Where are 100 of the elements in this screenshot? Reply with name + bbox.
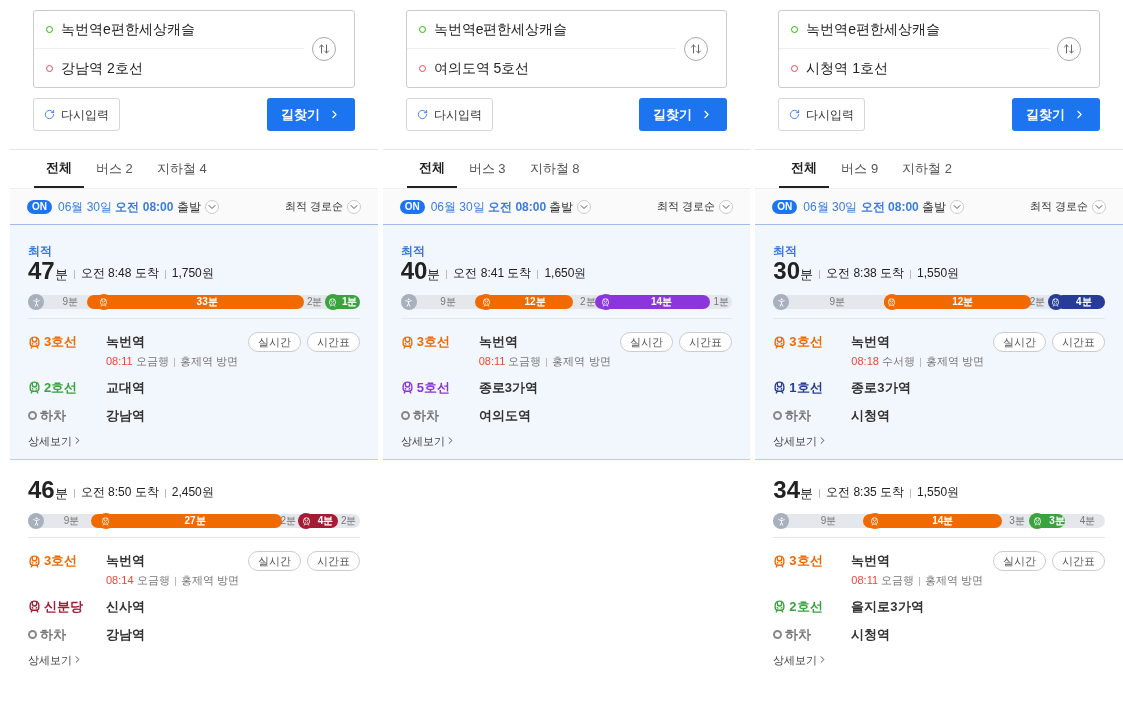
departure-info: 08:11 오금행 홍제역 방면	[850, 573, 985, 588]
swap-icon	[317, 43, 330, 55]
details-link[interactable]: 상세보기	[28, 651, 360, 668]
departure-time[interactable]: 06월 30일 오전 08:00 출발	[803, 197, 947, 216]
destination-field[interactable]: 강남역 2호선	[61, 57, 143, 79]
schedule-button[interactable]: 실시간	[620, 332, 674, 352]
dropdown-icon[interactable]	[204, 199, 219, 214]
arrival-time: 오전 8:38 도착	[826, 265, 905, 282]
line-name: 3호선	[44, 552, 78, 571]
reset-button[interactable]: 다시입력	[405, 98, 493, 131]
segment-duration: 2분	[306, 297, 323, 307]
fare: 2,450원	[171, 484, 214, 501]
line-name: 하차	[785, 625, 812, 644]
station-name: 강남역	[106, 625, 145, 644]
segment-duration: 12분	[952, 297, 974, 307]
swap-button[interactable]	[684, 37, 709, 61]
segment-duration: 14분	[651, 297, 673, 307]
station-name: 시청역	[851, 625, 891, 644]
origin-field[interactable]: 녹번역e편한세상캐슬	[806, 19, 941, 40]
destination-field[interactable]: 시청역 1호선	[806, 57, 889, 79]
station-name: 녹번역	[851, 333, 891, 352]
departure-info: 08:11 오금행 홍제역 방면	[477, 354, 612, 369]
line-name: 3호선	[789, 333, 823, 352]
sort-order[interactable]: 최적 경로순	[657, 198, 716, 215]
walking-person-icon	[28, 294, 44, 310]
dropdown-icon[interactable]	[346, 199, 361, 214]
schedule-button[interactable]: 시간표	[679, 332, 733, 352]
fare: 1,550원	[917, 265, 960, 282]
segment-duration: 4분	[317, 516, 334, 526]
schedule-button[interactable]: 시간표	[1052, 551, 1105, 571]
departure-info: 08:18 수서행 홍제역 방면	[850, 354, 985, 369]
line-name: 5호선	[416, 378, 450, 397]
filter-tab[interactable]: 지하철 4	[144, 150, 219, 188]
filter-tab[interactable]: 버스 2	[84, 150, 145, 188]
arrival-time: 오전 8:50 도착	[80, 484, 159, 501]
search-button[interactable]: 길찾기	[1012, 98, 1100, 131]
filter-tab[interactable]: 지하철 8	[517, 150, 592, 188]
schedule-button[interactable]: 실시간	[993, 551, 1046, 571]
departure-info: 08:11 오금행 홍제역 방면	[105, 354, 239, 369]
segment-duration: 9분	[820, 516, 837, 526]
line-name: 3호선	[416, 333, 450, 352]
sort-order[interactable]: 최적 경로순	[284, 198, 343, 215]
refresh-icon	[416, 109, 428, 120]
schedule-button[interactable]: 시간표	[306, 551, 360, 571]
line-name: 3호선	[44, 333, 78, 352]
fare: 1,750원	[171, 265, 214, 282]
segment-duration: 1분	[341, 297, 358, 307]
station-name: 을지로3가역	[851, 597, 924, 616]
details-link[interactable]: 상세보기	[773, 432, 1105, 449]
swap-button[interactable]	[311, 37, 336, 61]
departure-time[interactable]: 06월 30일 오전 08:00 출발	[430, 197, 574, 216]
line-name: 하차	[40, 406, 66, 425]
filter-tab[interactable]: 지하철 2	[890, 150, 965, 188]
schedule-button[interactable]: 시간표	[1052, 332, 1105, 352]
segment-duration: 9분	[63, 516, 80, 526]
station-name: 교대역	[106, 378, 145, 397]
station-name: 종로3가역	[851, 378, 911, 397]
best-route-label: 최적	[400, 243, 426, 259]
on-badge: ON	[772, 199, 798, 214]
swap-icon	[690, 43, 703, 55]
segment-duration: 27분	[184, 516, 206, 526]
sort-order[interactable]: 최적 경로순	[1029, 198, 1088, 215]
segment-duration: 3분	[1009, 516, 1025, 526]
line-name: 하차	[40, 625, 66, 644]
details-link[interactable]: 상세보기	[28, 432, 360, 449]
search-button[interactable]: 길찾기	[266, 98, 355, 131]
departure-time[interactable]: 06월 30일 오전 08:00 출발	[58, 197, 201, 216]
schedule-button[interactable]: 실시간	[993, 332, 1046, 352]
segment-duration: 1분	[713, 297, 730, 307]
walking-person-icon	[28, 513, 44, 529]
station-name: 녹번역	[106, 333, 145, 352]
swap-icon	[1063, 43, 1075, 55]
dropdown-icon[interactable]	[719, 199, 734, 214]
filter-tab[interactable]: 버스 9	[829, 150, 891, 188]
reset-button[interactable]: 다시입력	[778, 98, 866, 131]
segment-duration: 2분	[340, 516, 357, 526]
destination-field[interactable]: 여의도역 5호선	[433, 57, 530, 79]
details-link[interactable]: 상세보기	[400, 432, 733, 449]
total-duration: 30분	[773, 259, 814, 283]
on-badge: ON	[27, 199, 52, 214]
walking-person-icon	[773, 294, 790, 310]
dropdown-icon[interactable]	[1092, 199, 1106, 214]
dropdown-icon[interactable]	[577, 199, 592, 214]
segment-duration: 12분	[524, 297, 546, 307]
origin-field[interactable]: 녹번역e편한세상캐슬	[433, 19, 568, 40]
selected-route-card[interactable]: 최적 47분 오전 8:48 도착 1,750원 9분 33분 2분 1분 3호선 녹번역 실시간 시간표 08:11 오금행 홍제역 방면 2호선 교대역 하차 강남역 상세보기	[10, 225, 378, 460]
dropdown-icon[interactable]	[950, 199, 965, 214]
reset-button[interactable]: 다시입력	[33, 98, 120, 131]
segment-duration: 33분	[196, 297, 218, 307]
schedule-button[interactable]: 실시간	[247, 332, 301, 352]
schedule-button[interactable]: 실시간	[247, 551, 301, 571]
details-link[interactable]: 상세보기	[773, 651, 1105, 668]
arrival-time: 오전 8:35 도착	[826, 484, 905, 501]
search-button[interactable]: 길찾기	[639, 98, 728, 131]
filter-tab[interactable]: 버스 3	[456, 150, 518, 188]
schedule-button[interactable]: 시간표	[306, 332, 360, 352]
origin-field[interactable]: 녹번역e편한세상캐슬	[61, 19, 195, 40]
arrival-time: 오전 8:48 도착	[80, 265, 159, 282]
walking-person-icon	[773, 513, 790, 529]
swap-button[interactable]	[1057, 37, 1081, 61]
